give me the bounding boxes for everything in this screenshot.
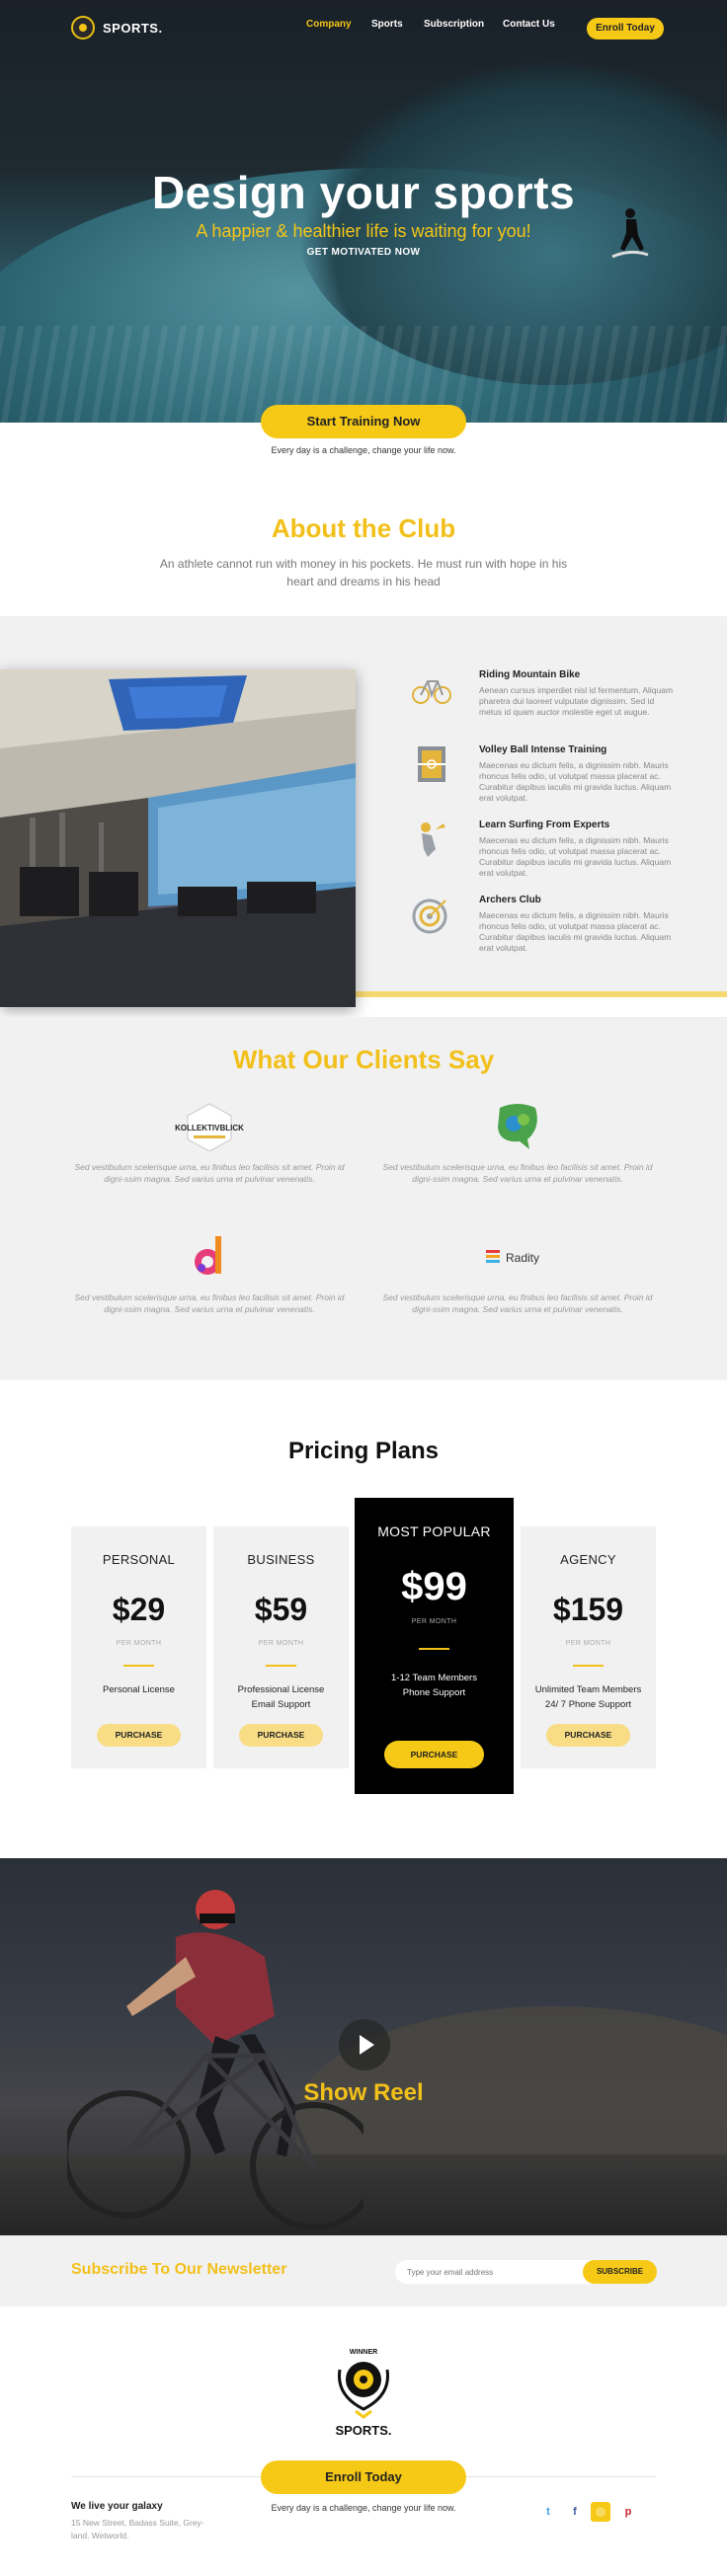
pinterest-icon[interactable]: p <box>618 2502 638 2522</box>
email-input[interactable] <box>395 2260 593 2284</box>
plan-name: BUSINESS <box>247 1552 315 1567</box>
address-title: We live your galaxy <box>71 2501 163 2512</box>
nav-company[interactable]: Company <box>306 19 352 30</box>
plan-name: AGENCY <box>560 1552 616 1567</box>
plan-period: PER MONTH <box>565 1640 611 1647</box>
facebook-icon[interactable]: f <box>565 2502 585 2522</box>
about-title: About the Club <box>271 513 456 543</box>
nav-subscription[interactable]: Subscription <box>424 19 484 30</box>
plan-card-personal: PERSONAL $29 PER MONTH Personal License … <box>71 1526 206 1768</box>
plan-divider <box>419 1648 449 1650</box>
subscribe-button[interactable]: SUBSCRIBE <box>583 2260 657 2284</box>
newsletter-section: Subscribe To Our Newsletter SUBSCRIBE <box>0 2235 727 2306</box>
feature-text: Maecenas eu dictum felis, a dignissim ni… <box>479 760 672 803</box>
features-section: Riding Mountain Bike Aenean cursus imper… <box>0 616 727 1007</box>
feature-title: Learn Surfing From Experts <box>479 820 610 830</box>
d-logo <box>195 1236 221 1275</box>
kollektivblick-logo: KOLLEKTIVBLICK <box>175 1103 244 1151</box>
hero-subtitle: A happier & healthier life is waiting fo… <box>196 221 531 241</box>
footer-logo-text: SPORTS. <box>335 2423 392 2438</box>
client-quote: Sed vestibulum scelerisque urna, eu fini… <box>74 1162 345 1184</box>
radity-logo: Radity <box>486 1250 539 1265</box>
plan-divider <box>123 1665 154 1667</box>
feature-title: Riding Mountain Bike <box>479 669 581 680</box>
plan-divider <box>266 1665 296 1667</box>
show-reel-section: Show Reel <box>0 1858 727 2235</box>
plan-features: Personal License <box>103 1684 175 1695</box>
plan-card-agency: AGENCY $159 PER MONTH Unlimited Team Mem… <box>521 1526 656 1768</box>
enroll-button[interactable]: Enroll Today <box>587 18 664 39</box>
feature-text: Aenean cursus imperdiet nisl id fermentu… <box>479 685 674 717</box>
hero-motivation: GET MOTIVATED NOW <box>306 247 421 258</box>
plan-name: PERSONAL <box>102 1552 176 1567</box>
plan-features: Professional License Email Support <box>237 1684 325 1710</box>
accent-bar <box>354 991 727 997</box>
gym-photo <box>0 669 356 1007</box>
about-text: An athlete cannot run with money in his … <box>159 557 568 588</box>
plan-period: PER MONTH <box>116 1640 162 1647</box>
feature-text: Maecenas eu dictum felis, a dignissim ni… <box>479 910 672 953</box>
address-text: 15 New Street, Badass Suite, Grey-land. … <box>71 2518 204 2540</box>
start-training-button[interactable]: Start Training Now <box>261 405 466 438</box>
nav-contact[interactable]: Contact Us <box>503 19 555 30</box>
svg-text:Radity: Radity <box>506 1251 539 1265</box>
plan-card-business: BUSINESS $59 PER MONTH Professional Lice… <box>213 1526 349 1768</box>
client-quote: Sed vestibulum scelerisque urna, eu fini… <box>74 1292 345 1314</box>
plan-price: $59 <box>254 1592 308 1627</box>
purchase-button[interactable]: PURCHASE <box>239 1724 323 1747</box>
newsletter-title: Subscribe To Our Newsletter <box>71 2261 287 2278</box>
play-button[interactable] <box>339 2019 390 2070</box>
logo-text: SPORTS. <box>103 20 163 36</box>
logo-icon <box>71 16 95 39</box>
speech-bubble-logo <box>498 1104 537 1149</box>
instagram-icon[interactable]: ◎ <box>591 2502 610 2522</box>
cta-note: Every day is a challenge, change your li… <box>271 445 456 455</box>
volleyball-court-icon <box>418 746 445 782</box>
plan-price: $29 <box>112 1592 166 1627</box>
nav-sports[interactable]: Sports <box>371 19 403 30</box>
archery-target-icon <box>412 898 447 934</box>
hero-title: Design your sports <box>151 167 576 218</box>
purchase-button[interactable]: PURCHASE <box>97 1724 181 1747</box>
plan-period: PER MONTH <box>411 1618 457 1625</box>
enroll-button-footer[interactable]: Enroll Today <box>261 2460 466 2494</box>
svg-text:KOLLEKTIVBLICK: KOLLEKTIVBLICK <box>175 1124 244 1132</box>
show-reel-title: Show Reel <box>303 2079 424 2106</box>
client-quote: Sed vestibulum scelerisque urna, eu fini… <box>382 1162 653 1184</box>
winner-badge-icon: WINNER <box>338 2349 389 2419</box>
svg-text:WINNER: WINNER <box>350 2349 377 2356</box>
plan-divider <box>573 1665 604 1667</box>
purchase-button[interactable]: PURCHASE <box>384 1741 484 1768</box>
surfing-icon <box>421 822 445 857</box>
plan-features: 1-12 Team Members Phone Support <box>391 1673 477 1698</box>
plan-period: PER MONTH <box>258 1640 304 1647</box>
cyclist-figure <box>67 1890 364 2230</box>
plan-features: Unlimited Team Members 24/ 7 Phone Suppo… <box>534 1684 642 1710</box>
pricing-title: Pricing Plans <box>287 1438 440 1464</box>
client-quote: Sed vestibulum scelerisque urna, eu fini… <box>382 1292 653 1314</box>
site-logo[interactable]: SPORTS. <box>71 16 163 39</box>
plan-card-most-popular: MOST POPULAR $99 PER MONTH 1-12 Team Mem… <box>355 1498 514 1794</box>
plan-name: MOST POPULAR <box>377 1523 491 1539</box>
plan-price: $159 <box>552 1592 624 1627</box>
hero-section: SPORTS. Company Sports Subscription Cont… <box>0 0 727 423</box>
purchase-button[interactable]: PURCHASE <box>546 1724 630 1747</box>
twitter-icon[interactable]: t <box>538 2502 558 2522</box>
feature-text: Maecenas eu dictum felis, a dignissim ni… <box>479 835 672 878</box>
clients-title: What Our Clients Say <box>232 1045 495 1074</box>
plan-price: $99 <box>401 1565 467 1608</box>
feature-title: Archers Club <box>479 895 541 905</box>
feature-title: Volley Ball Intense Training <box>479 744 607 755</box>
bicycle-icon <box>412 680 451 704</box>
